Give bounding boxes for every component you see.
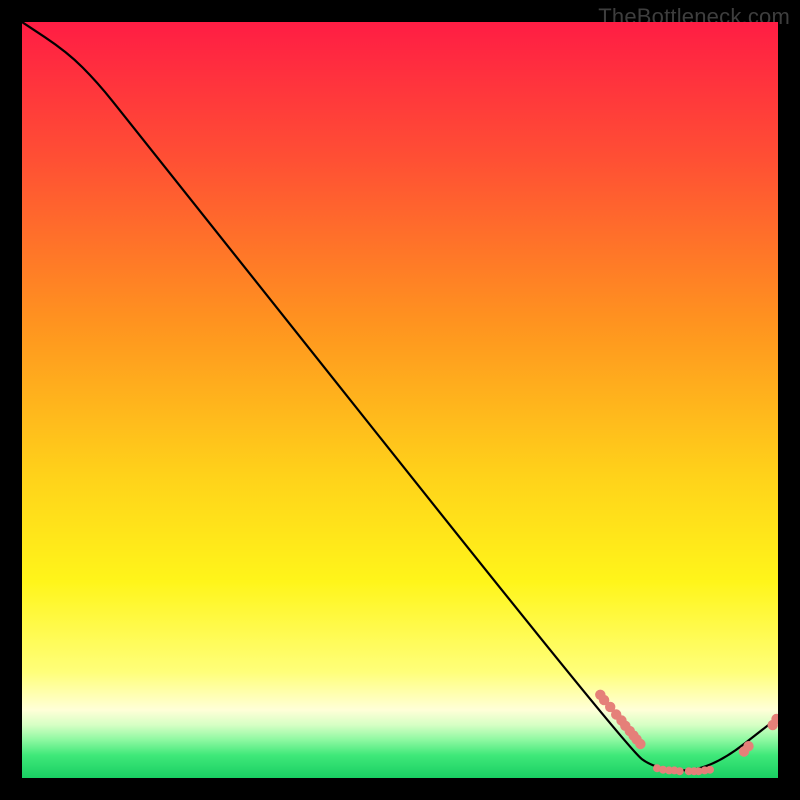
chart-svg [22,22,778,778]
gradient-background [22,22,778,778]
chart-frame: TheBottleneck.com [0,0,800,800]
data-marker [743,741,753,751]
data-marker [676,767,684,775]
plot-area [22,22,778,778]
data-marker [706,766,714,774]
data-marker [635,739,645,749]
